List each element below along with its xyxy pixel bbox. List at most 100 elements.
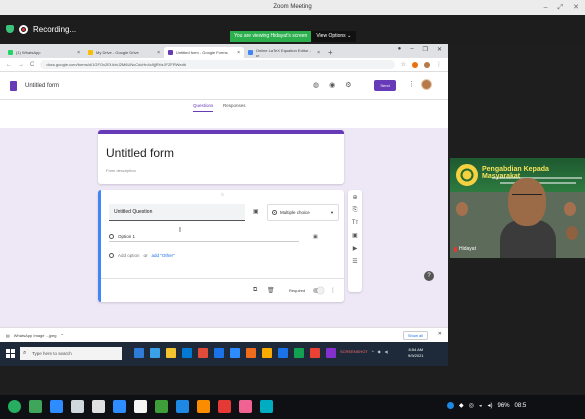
tab-close-icon[interactable]: × (317, 50, 320, 56)
restore-icon[interactable]: ❐ (423, 46, 428, 53)
add-option-link[interactable]: Add option (118, 253, 140, 258)
option-image-icon[interactable]: ▣ (313, 234, 318, 240)
more-menu-icon[interactable]: ⋮ (408, 80, 415, 88)
settings-gear-icon[interactable]: ⚙ (345, 81, 351, 89)
windows-search-input[interactable]: Type here to search (20, 347, 122, 360)
import-questions-icon[interactable]: ⎘ (353, 207, 358, 214)
browser-tab-whatsapp[interactable]: (1) WhatsApp × (4, 47, 84, 58)
form-title-card[interactable]: Untitled form Form description (98, 130, 344, 184)
profile-circle-icon[interactable]: ● (398, 46, 402, 53)
preview-eye-icon[interactable]: ◉ (329, 81, 335, 89)
show-all-button[interactable]: Show all (402, 331, 428, 340)
add-other-link[interactable]: add "Other" (152, 253, 175, 258)
wifi-icon[interactable]: ◒ (479, 403, 483, 409)
view-options-button[interactable]: View Options ⌄ (311, 31, 357, 42)
avatar[interactable] (421, 79, 432, 90)
required-toggle[interactable] (313, 287, 324, 294)
participant-video[interactable]: Pengabdian Kepada Masyarakat Hidayat (450, 158, 585, 258)
tab-close-icon[interactable]: × (77, 50, 80, 56)
form-description[interactable]: Form description (106, 168, 136, 173)
add-video-icon[interactable]: ▶ (353, 245, 358, 252)
avatar[interactable] (424, 61, 430, 68)
add-section-icon[interactable]: ☰ (352, 258, 357, 265)
close-icon[interactable]: ✕ (573, 0, 579, 15)
launcher-icon[interactable] (8, 400, 21, 413)
question-title-input[interactable]: Untitled Question (109, 204, 245, 221)
store-icon[interactable] (182, 348, 192, 358)
tray-icon[interactable]: ◆ (459, 402, 464, 409)
trash-icon[interactable]: 🗑 (267, 287, 275, 294)
option-label[interactable]: Option 1 (118, 234, 135, 239)
browser-tab-latex[interactable]: Online LaTeX Equation Editor - cr × (244, 47, 324, 58)
help-icon[interactable]: ? (424, 271, 434, 281)
recording-indicator[interactable]: Recording... (6, 21, 76, 37)
edge-icon[interactable] (150, 348, 160, 358)
add-image-icon[interactable]: ▣ (352, 232, 358, 239)
powerpoint-icon[interactable] (262, 348, 272, 358)
forms-document-title[interactable]: Untitled form (25, 83, 59, 89)
minimize-icon[interactable]: – (544, 0, 548, 15)
tab-close-icon[interactable]: × (157, 50, 160, 56)
tab-responses[interactable]: Responses (223, 103, 246, 108)
close-icon[interactable]: ✕ (437, 46, 442, 53)
taskview-icon[interactable] (134, 348, 144, 358)
browser-tab-drive[interactable]: My Drive - Google Drive × (84, 47, 164, 58)
more-options-icon[interactable]: ⋮ (330, 287, 336, 294)
windows-start-icon[interactable] (6, 349, 15, 358)
app-icon[interactable] (326, 348, 336, 358)
local-clock[interactable]: 08:5 (515, 403, 527, 409)
battery-level[interactable]: 96% (498, 403, 510, 409)
chevron-up-icon[interactable]: ^ (372, 349, 374, 354)
add-title-icon[interactable]: Tт (352, 220, 358, 226)
bluetooth-icon[interactable] (447, 402, 454, 409)
palette-icon[interactable]: ◍ (313, 81, 319, 89)
zoom-icon[interactable] (113, 400, 126, 413)
forms-logo-icon[interactable] (10, 80, 17, 91)
volume-icon[interactable]: ◂) (385, 349, 388, 354)
question-type-select[interactable]: Multiple choice ▼ (267, 204, 339, 221)
back-icon[interactable]: ← (6, 62, 12, 68)
chevron-up-icon[interactable]: ⌃ (60, 333, 63, 338)
network-icon[interactable]: ◈ (378, 349, 381, 354)
tray-label[interactable]: SCREENSHOT (340, 349, 368, 354)
add-question-icon[interactable]: ⊕ (352, 194, 357, 201)
tab-close-icon[interactable]: × (237, 50, 240, 56)
browser-tab-forms[interactable]: Untitled form - Google Forms × (164, 47, 244, 58)
app-icon[interactable] (92, 400, 105, 413)
app-icon[interactable] (197, 400, 210, 413)
question-card[interactable]: ⠿ Untitled Question ▣ Multiple choice ▼ … (98, 190, 344, 302)
url-field[interactable]: docs.google.com/forms/d/1GFOx2Ef-ibbJ2M6… (40, 60, 395, 69)
menu-icon[interactable]: ⋮ (436, 61, 442, 68)
app-icon[interactable] (260, 400, 273, 413)
mail-icon[interactable] (214, 348, 224, 358)
send-button[interactable]: Send (374, 80, 396, 91)
add-image-icon[interactable]: ▣ (253, 208, 259, 215)
app-icon[interactable] (176, 400, 189, 413)
app-icon[interactable] (198, 348, 208, 358)
extension-icon[interactable] (412, 61, 418, 68)
form-title[interactable]: Untitled form (106, 146, 174, 160)
files-icon[interactable] (50, 400, 63, 413)
windows-clock[interactable]: 8:54 AM 9/9/2021 (408, 347, 424, 359)
shield-icon[interactable]: ◎ (469, 402, 474, 409)
maximize-icon[interactable]: ⤢ (558, 0, 564, 15)
reload-icon[interactable]: C (30, 62, 34, 68)
drag-handle-icon[interactable]: ⠿ (221, 192, 224, 197)
app-icon[interactable] (29, 400, 42, 413)
close-icon[interactable]: ✕ (438, 331, 442, 337)
option-row[interactable]: Option 1 (109, 234, 299, 242)
app-icon[interactable] (239, 400, 252, 413)
excel-icon[interactable] (294, 348, 304, 358)
new-tab-button[interactable]: + (324, 47, 337, 58)
app-icon[interactable] (310, 348, 320, 358)
volume-icon[interactable]: ◂) (488, 402, 493, 409)
forward-icon[interactable]: → (18, 62, 24, 68)
download-file-name[interactable]: WhatsApp Image ...jpeg (14, 333, 57, 338)
tab-questions[interactable]: Questions (193, 103, 214, 112)
duplicate-icon[interactable]: ⧉ (253, 287, 257, 294)
app-icon[interactable] (71, 400, 84, 413)
app-icon[interactable] (246, 348, 256, 358)
star-icon[interactable]: ☆ (401, 61, 406, 68)
explorer-icon[interactable] (166, 348, 176, 358)
zoom-icon[interactable] (230, 348, 240, 358)
